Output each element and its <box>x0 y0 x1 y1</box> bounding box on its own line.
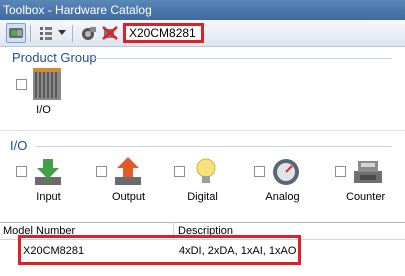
gauge-icon <box>273 159 299 185</box>
light-bulb-icon <box>196 158 216 183</box>
product-group-io-checkbox[interactable] <box>16 79 27 90</box>
tile-label: Output <box>112 191 146 203</box>
cash-register-icon <box>354 161 383 183</box>
tree-view-icon <box>40 27 52 40</box>
tile-label: Counter <box>346 191 386 203</box>
section-divider <box>92 58 392 59</box>
clear-filter-button[interactable] <box>100 23 120 43</box>
clear-filter-icon <box>102 26 118 40</box>
io-input-tile[interactable]: Input <box>16 157 63 203</box>
output-arrow-icon <box>115 157 142 185</box>
section-divider <box>36 146 392 147</box>
toolbar-separator <box>72 25 73 42</box>
io-output-tile[interactable]: Output <box>94 157 145 203</box>
table-row[interactable]: X20CM8281 4xDI, 2xDA, 1xAI, 1xAO <box>18 235 301 265</box>
tile-label: Analog <box>265 191 300 203</box>
toolbar-separator <box>30 25 31 42</box>
tree-view-button[interactable] <box>36 23 56 43</box>
hardware-module-icon <box>82 27 96 40</box>
tile-label: Digital <box>187 191 218 203</box>
search-field[interactable] <box>123 23 204 43</box>
io-module-icon <box>33 68 61 100</box>
io-counter-tile[interactable]: Counter <box>334 155 385 203</box>
io-input-checkbox[interactable] <box>16 166 27 177</box>
catalog-view-icon <box>9 28 23 38</box>
product-group-io-tile[interactable]: I/O <box>16 68 61 116</box>
tile-label: I/O <box>36 104 51 116</box>
cell-model-number: X20CM8281 <box>23 245 85 257</box>
io-title: I/O <box>10 138 28 153</box>
io-analog-tile[interactable]: Analog <box>254 157 301 203</box>
io-digital-tile[interactable]: Digital <box>174 157 221 203</box>
io-counter-checkbox[interactable] <box>335 166 347 177</box>
io-digital-checkbox[interactable] <box>174 166 185 177</box>
view-dropdown-button[interactable] <box>56 23 68 43</box>
input-arrow-icon <box>35 159 61 185</box>
window-title: Toolbox - Hardware Catalog <box>0 0 405 20</box>
product-group-title: Product Group <box>12 50 97 65</box>
catalog-view-button[interactable] <box>6 23 26 43</box>
hardware-module-button[interactable] <box>78 23 98 43</box>
toolbar <box>0 20 405 47</box>
io-analog-checkbox[interactable] <box>254 166 265 177</box>
tile-label: Input <box>36 191 61 203</box>
section-divider <box>0 130 405 131</box>
cell-description: 4xDI, 2xDA, 1xAI, 1xAO <box>179 245 297 257</box>
dropdown-arrow-icon <box>58 30 66 35</box>
io-output-checkbox[interactable] <box>96 166 108 177</box>
search-input[interactable] <box>129 26 199 40</box>
